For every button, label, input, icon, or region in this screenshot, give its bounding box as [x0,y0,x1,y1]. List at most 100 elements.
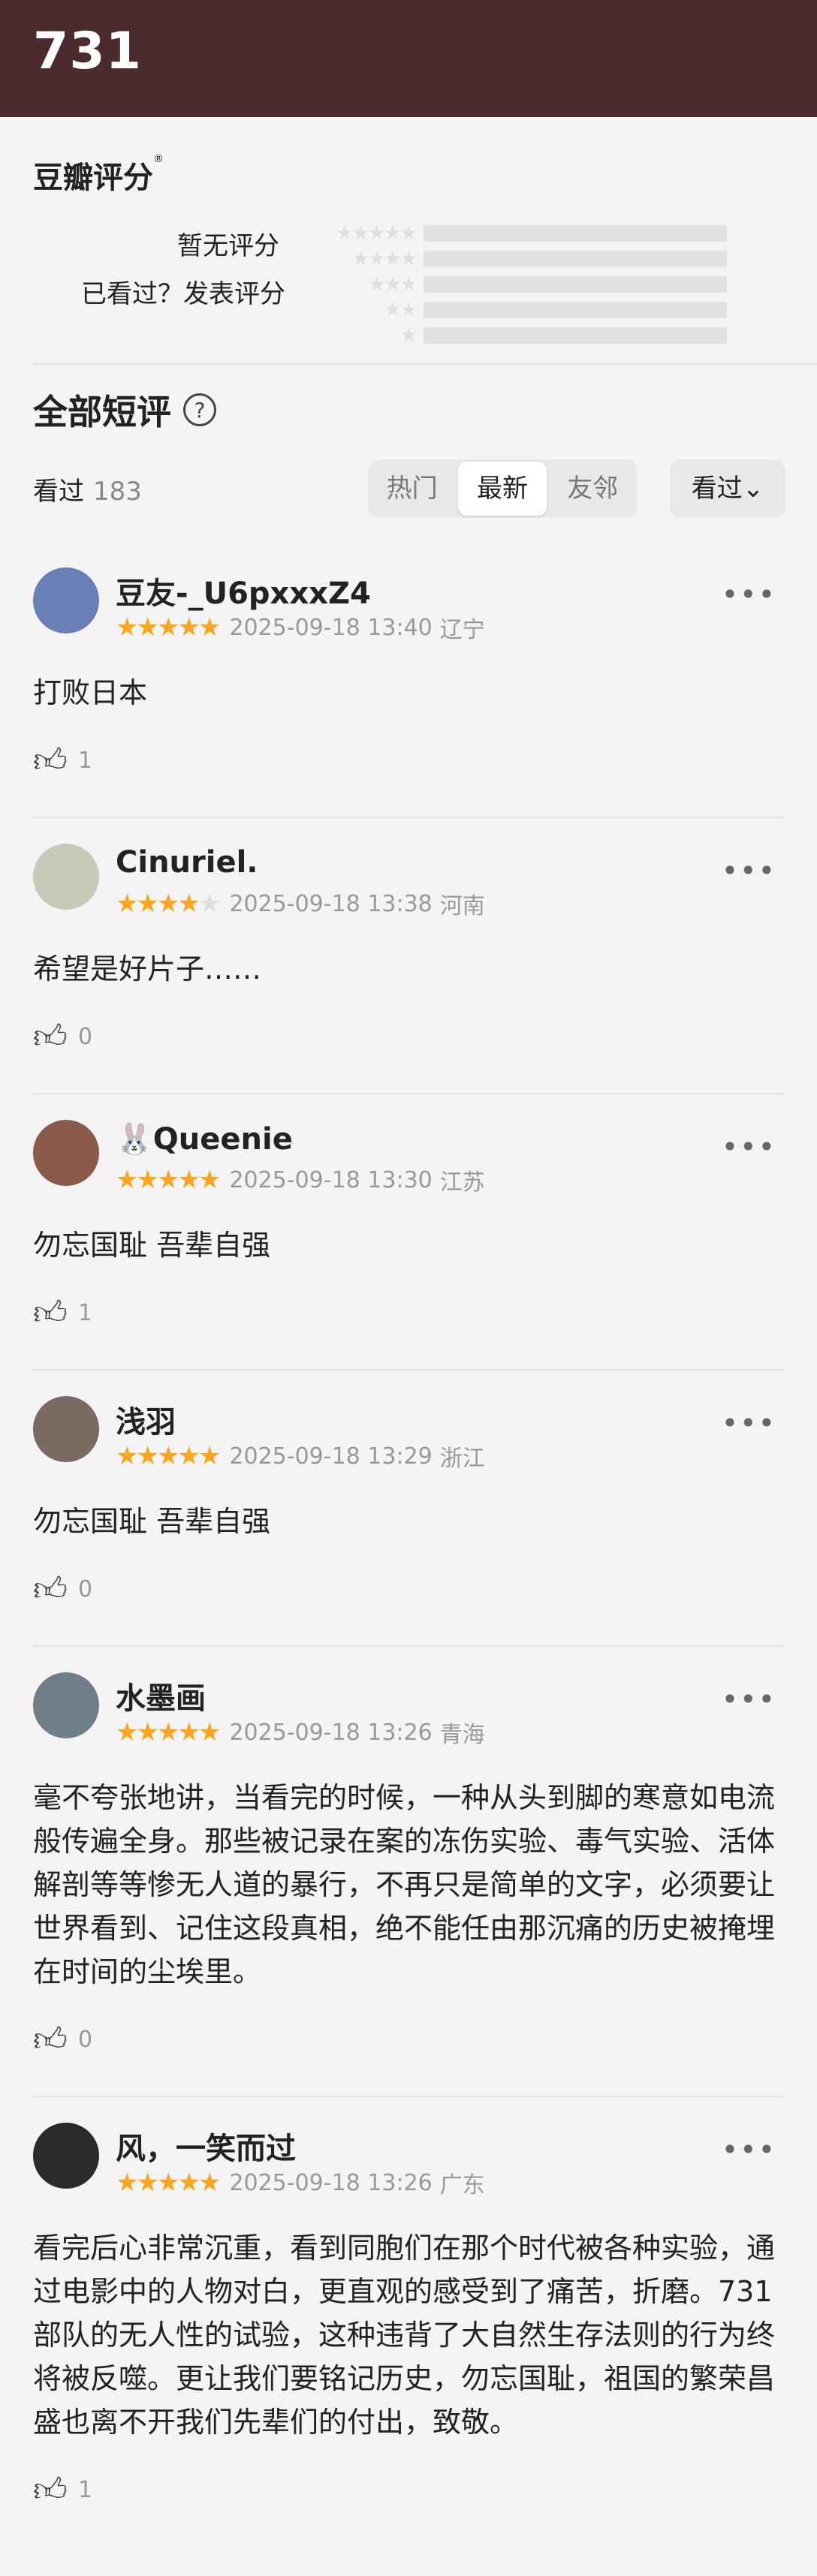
user-name[interactable]: Cinuriel. [116,845,258,880]
comment-region: 广东 [439,2172,485,2198]
avatar[interactable] [33,567,99,633]
comment-text: 希望是好片子…… [33,952,262,986]
thumb-up-icon[interactable]: 👍︎ [33,1017,68,1057]
star-rating: ★★★★★ [116,889,221,919]
filter-bar: 看过 183 热门 最新 友邻 看过⌄ [0,455,817,522]
comment-region: 河南 [439,893,485,919]
user-name[interactable]: 风，一笑而过 [116,2124,296,2168]
like-area: 👍︎ 1 [33,715,784,817]
comment-meta: ★★★★★ 2025-09-18 13:26 广东 [116,2166,485,2199]
thumb-up-icon[interactable]: 👍︎ [33,2470,68,2510]
user-name[interactable]: 浅羽 [116,1398,176,1441]
sort-tabs: 热门 最新 友邻 [368,459,637,518]
star-3-icon: ★★★ [368,273,418,296]
status-filter-dropdown[interactable]: 看过⌄ [670,459,785,518]
avatar[interactable] [33,2123,99,2189]
tab-hot[interactable]: 热门 [368,462,456,516]
seen-count-label: 看过 [33,476,84,507]
comment-header: 风，一笑而过 ★★★★★ 2025-09-18 13:26 广东 ••• [33,2097,784,2198]
avatar[interactable] [33,1672,99,1738]
like-area: 👍︎ 0 [33,991,784,1093]
comment-text: 看完后心非常沉重，看到同胞们在那个时代被各种实验，通过电影中的人物对白，更直观的… [33,2231,776,2439]
page-title: 731 [33,21,142,81]
comment-time: 2025-09-18 13:30 [229,1166,433,1193]
like-count: 0 [77,1575,93,1602]
star-rating: ★★★★★ [116,1441,221,1471]
star-1-icon: ★ [399,324,418,347]
hist-row-5: ★★★★★ [303,221,727,246]
hist-bar [424,225,727,242]
avatar[interactable] [33,844,99,910]
rating-title: 豆瓣评分® [33,117,784,198]
comment-header: Cinuriel. ★★★★★ 2025-09-18 13:38 河南 ••• [33,818,784,919]
more-icon[interactable]: ••• [722,1683,776,1716]
star-rating: ★★★★★ [116,2168,221,2198]
thumb-up-icon[interactable]: 👍︎ [33,741,68,781]
seen-count: 看过 183 [33,471,142,507]
avatar[interactable] [33,1396,99,1462]
hist-row-3: ★★★ [303,272,727,297]
app-header: 731 [0,0,817,117]
thumb-up-icon[interactable]: 👍︎ [33,2020,68,2060]
comment-item: 浅羽 ★★★★★ 2025-09-18 13:29 浙江 ••• 勿忘国耻 吾辈… [33,1371,784,1647]
chevron-down-icon: ⌄ [742,474,764,504]
rating-section: 豆瓣评分® 暂无评分 已看过？发表评分 ★★★★★ ★★★★ ★★★ ★★ ★ [0,117,817,363]
comment-region: 辽宁 [439,617,485,643]
comment-list: 豆友-_U6pxxxZ4 ★★★★★ 2025-09-18 13:40 辽宁 •… [0,542,817,2546]
user-name[interactable]: 豆友-_U6pxxxZ4 [116,569,371,612]
more-icon[interactable]: ••• [722,2133,776,2166]
hist-row-2: ★★ [303,297,727,323]
rating-histogram: ★★★★★ ★★★★ ★★★ ★★ ★ [303,221,727,348]
short-comments-title: 全部短评 [33,392,171,432]
comment-meta: ★★★★★ 2025-09-18 13:38 河南 [116,887,485,920]
star-2-icon: ★★ [384,299,418,321]
tab-friends[interactable]: 友邻 [549,462,637,516]
comment-item: 豆友-_U6pxxxZ4 ★★★★★ 2025-09-18 13:40 辽宁 •… [33,542,784,818]
comment-region: 浙江 [439,1446,485,1472]
like-count: 1 [77,747,93,774]
comment-time: 2025-09-18 13:26 [229,2169,433,2196]
hist-bar [424,251,727,267]
user-name[interactable]: 🐰Queenie [116,1121,293,1157]
comment-item: 🐰Queenie ★★★★★ 2025-09-18 13:30 江苏 ••• 勿… [33,1094,784,1371]
comment-meta: ★★★★★ 2025-09-18 13:26 青海 [116,1716,485,1749]
comment-text: 打败日本 [33,676,148,709]
hist-bar [424,327,727,344]
comment-meta: ★★★★★ 2025-09-18 13:40 辽宁 [116,611,485,644]
comment-item: 水墨画 ★★★★★ 2025-09-18 13:26 青海 ••• 毫不夸张地讲… [33,1647,784,2097]
registered-mark: ® [153,153,164,165]
comment-header: 浅羽 ★★★★★ 2025-09-18 13:29 浙江 ••• [33,1371,784,1472]
comment-header: 豆友-_U6pxxxZ4 ★★★★★ 2025-09-18 13:40 辽宁 •… [33,542,784,643]
comment-text: 勿忘国耻 吾辈自强 [33,1505,271,1538]
star-5-icon: ★★★★★ [336,222,418,245]
comment-text: 勿忘国耻 吾辈自强 [33,1229,271,1262]
more-icon[interactable]: ••• [722,1130,776,1163]
comment-time: 2025-09-18 13:29 [229,1443,433,1470]
star-rating: ★★★★★ [116,612,221,642]
star-4-icon: ★★★★ [351,248,418,270]
more-icon[interactable]: ••• [722,854,776,887]
rate-link[interactable]: 已看过？发表评分 [81,273,285,310]
user-name[interactable]: 水墨画 [116,1674,206,1717]
help-icon[interactable]: ? [183,393,216,426]
comment-item: 风，一笑而过 ★★★★★ 2025-09-18 13:26 广东 ••• 看完后… [33,2097,784,2546]
star-rating: ★★★★★ [116,1717,221,1747]
comment-time: 2025-09-18 13:38 [229,890,433,917]
more-icon[interactable]: ••• [722,578,776,611]
like-count: 1 [77,1299,93,1326]
comment-time: 2025-09-18 13:40 [229,614,433,641]
avatar[interactable] [33,1120,99,1186]
tab-latest[interactable]: 最新 [458,462,547,516]
hist-bar [424,302,727,318]
comment-text: 毫不夸张地讲，当看完的时候，一种从头到脚的寒意如电流般传遍全身。那些被记录在案的… [33,1781,776,1988]
thumb-up-icon[interactable]: 👍︎ [33,1569,68,1609]
like-count: 0 [77,2026,93,2053]
comment-meta: ★★★★★ 2025-09-18 13:30 江苏 [116,1163,485,1196]
thumb-up-icon[interactable]: 👍︎ [33,1293,68,1333]
status-filter-label: 看过 [691,474,743,504]
no-rating-text: 暂无评分 [177,231,279,261]
like-area: 👍︎ 0 [33,1994,784,2096]
short-comments-header: 全部短评 ? [0,365,817,455]
more-icon[interactable]: ••• [722,1407,776,1440]
comment-region: 青海 [439,1722,485,1748]
